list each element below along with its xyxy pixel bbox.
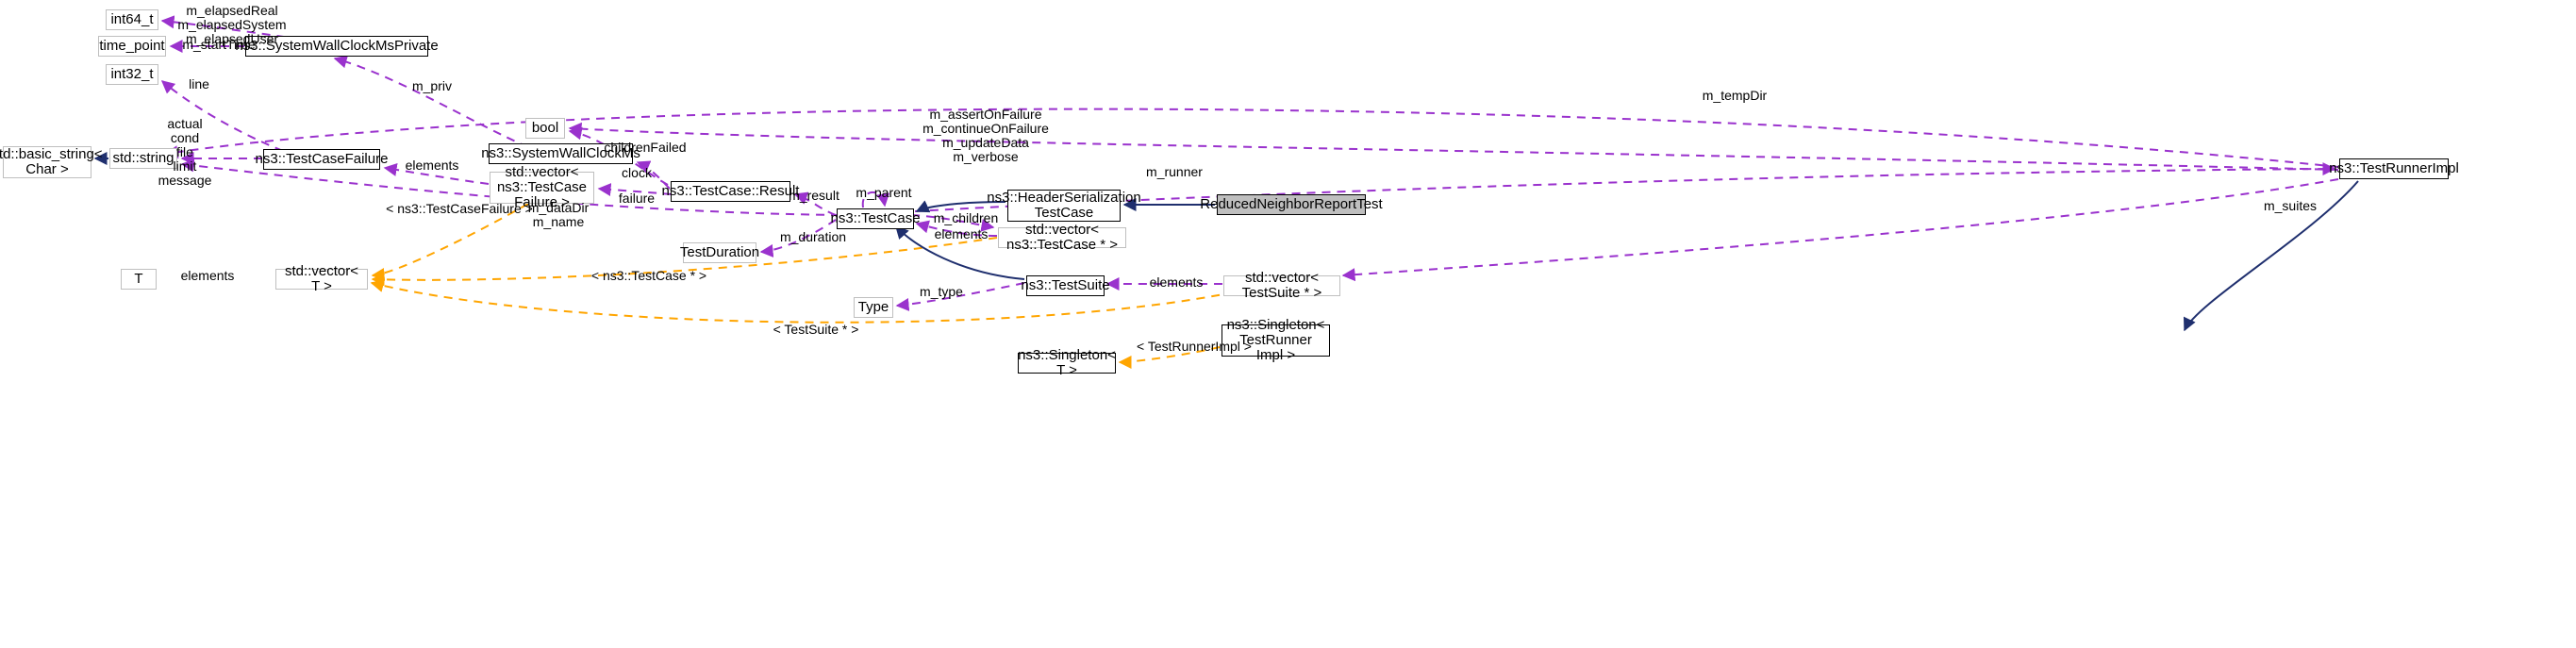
- edge-label-m-priv: m_priv: [411, 78, 452, 93]
- edge-label-elements-test-suite: elements: [1149, 274, 1204, 290]
- node-bool[interactable]: bool: [525, 118, 565, 139]
- collaboration-diagram-canvas: int64_t time_point int32_t ns3::SystemWa…: [0, 0, 2576, 648]
- node-test-case-failure[interactable]: ns3::TestCaseFailure: [256, 149, 388, 170]
- edge-label-m-runner: m_runner: [1146, 164, 1203, 179]
- edge-label-m-children: m_children: [933, 210, 999, 225]
- node-vector-test-case-ptr[interactable]: std::vector< ns3::TestCase * >: [998, 223, 1126, 253]
- node-std-basic-string[interactable]: std::basic_string< Char >: [0, 146, 103, 178]
- edge-label-template-test-suite-ptr: < TestSuite * >: [773, 322, 859, 337]
- edge-label-m-duration: m_duration: [779, 229, 847, 244]
- node-vector-test-suite-ptr[interactable]: std::vector< TestSuite * >: [1223, 271, 1340, 301]
- node-reduced-neighbor-report-test[interactable]: ReducedNeighborReportTest: [1200, 194, 1383, 215]
- node-test-case-result[interactable]: ns3::TestCase::Result: [662, 181, 799, 202]
- edge-label-m-data-dir: m_dataDir m_name: [527, 200, 590, 229]
- node-type[interactable]: Type: [854, 297, 893, 318]
- edge-label-failure-fields: actual cond file limit message: [158, 116, 212, 188]
- edge-label-failure: failure: [618, 191, 656, 206]
- edge-label-start-time: m_startTime: [182, 37, 256, 52]
- edge-label-elements-failure: elements: [405, 158, 459, 173]
- edge-label-children-failed: childrenFailed: [604, 140, 687, 155]
- inheritance-edges: [93, 152, 2359, 332]
- edge-label-m-temp-dir: m_tempDir: [1702, 88, 1768, 103]
- edge-label-elements-test-case-ptr: elements: [934, 226, 989, 241]
- node-vector-test-case-failure[interactable]: std::vector< ns3::TestCase Failure >: [490, 165, 594, 210]
- edge-label-m-result: m_result: [789, 188, 839, 203]
- edge-label-template-test-case-failure: < ns3::TestCaseFailure >: [386, 201, 533, 216]
- node-type-t[interactable]: T: [121, 269, 157, 290]
- node-int64-t[interactable]: int64_t: [106, 9, 158, 30]
- node-singleton-t[interactable]: ns3::Singleton< T >: [1018, 348, 1116, 378]
- node-test-suite[interactable]: ns3::TestSuite: [1021, 275, 1110, 296]
- edge-label-clock: clock: [622, 165, 652, 180]
- edge-label-template-test-runner-impl: < TestRunnerImpl >: [1137, 339, 1252, 354]
- edge-label-m-suites: m_suites: [2263, 198, 2318, 213]
- node-header-serialization-test-case[interactable]: ns3::HeaderSerialization TestCase: [987, 190, 1141, 222]
- node-vector-t[interactable]: std::vector< T >: [275, 264, 368, 294]
- node-int32-t[interactable]: int32_t: [106, 64, 158, 85]
- edge-label-elements-t: elements: [180, 268, 235, 283]
- edge-label-line: line: [189, 76, 209, 91]
- edge-label-m-type: m_type: [920, 284, 963, 299]
- node-test-duration[interactable]: TestDuration: [680, 242, 759, 263]
- edge-label-m-parent: m_parent: [856, 185, 912, 200]
- edge-label-assert-flags: m_assertOnFailure m_continueOnFailure m_…: [922, 107, 1049, 164]
- edge-label-template-test-case-ptr: < ns3::TestCase * >: [590, 268, 707, 283]
- node-test-case[interactable]: ns3::TestCase: [830, 208, 921, 229]
- node-time-point[interactable]: time_point: [98, 36, 166, 57]
- node-test-runner-impl[interactable]: ns3::TestRunnerImpl: [2329, 158, 2459, 179]
